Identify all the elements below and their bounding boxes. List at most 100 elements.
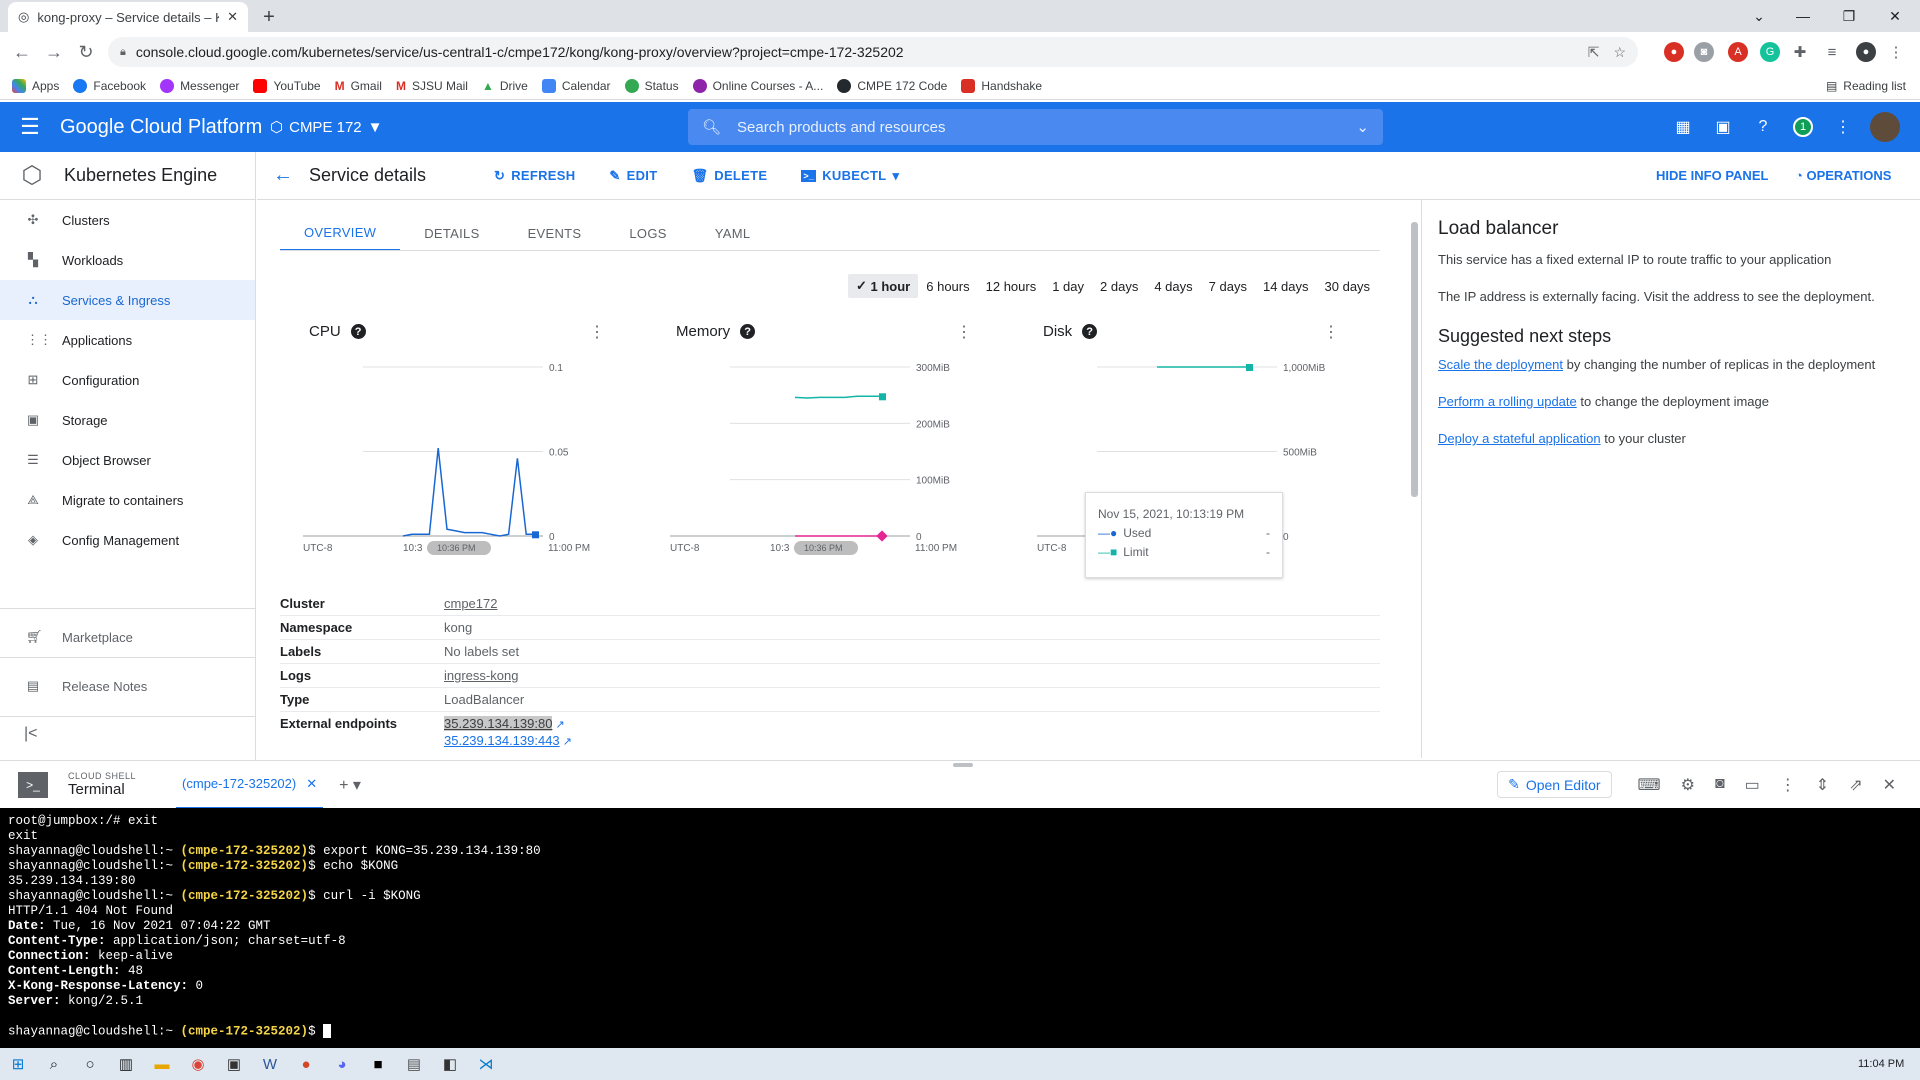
endpoint-link[interactable]: 35.239.134.139:80 xyxy=(444,716,553,731)
terminal-app-icon[interactable]: ■ xyxy=(360,1048,396,1080)
range-1-hour[interactable]: ✓ 1 hour xyxy=(848,274,919,298)
minimize-button[interactable]: — xyxy=(1780,0,1826,32)
project-selector[interactable]: ⬡ CMPE 172 ▼ xyxy=(270,118,390,137)
range-12-hours[interactable]: 12 hours xyxy=(978,274,1045,298)
close-window-button[interactable]: ✕ xyxy=(1872,0,1918,32)
edit-button[interactable]: ✎ EDIT xyxy=(609,168,657,184)
reading-list[interactable]: ▤ Reading list xyxy=(1826,79,1906,93)
range-2-days[interactable]: 2 days xyxy=(1092,274,1146,298)
open-new-window-icon[interactable]: ⇗ xyxy=(1849,775,1862,795)
close-shell-icon[interactable]: ✕ xyxy=(1883,775,1896,795)
bookmark-facebook[interactable]: Facebook xyxy=(73,78,146,93)
share-icon[interactable]: ⇱ xyxy=(1588,44,1600,61)
account-avatar[interactable] xyxy=(1870,112,1900,142)
bookmark-status[interactable]: Status xyxy=(624,78,679,93)
browser-menu-icon[interactable]: ⋮ xyxy=(1886,42,1906,62)
store-icon[interactable]: ▣ xyxy=(216,1048,252,1080)
bookmark-calendar[interactable]: Calendar xyxy=(541,78,611,93)
tab-overview[interactable]: OVERVIEW xyxy=(280,215,401,251)
nav-item-migrate[interactable]: ⟁ Migrate to containers xyxy=(0,480,255,520)
add-session-icon[interactable]: + ▾ xyxy=(339,775,361,795)
task-view-icon[interactable]: ▥ xyxy=(108,1048,144,1080)
browser-tab[interactable]: ◎ kong-proxy – Service details – Ku ✕ xyxy=(8,2,248,32)
bookmark-star-icon[interactable]: ☆ xyxy=(1613,44,1626,61)
bookmark-messenger[interactable]: Messenger xyxy=(160,78,239,93)
nav-item-applications[interactable]: ⋮⋮ Applications xyxy=(0,320,255,360)
scale-deployment-link[interactable]: Scale the deployment xyxy=(1438,357,1563,372)
forward-icon[interactable]: → xyxy=(38,36,70,68)
tab-logs[interactable]: LOGS xyxy=(605,215,690,251)
nav-item-release-notes[interactable]: ▤ Release Notes xyxy=(0,666,255,706)
cluster-link[interactable]: cmpe172 xyxy=(444,596,497,611)
cortana-icon[interactable]: ○ xyxy=(72,1048,108,1080)
nav-item-workloads[interactable]: ▚ Workloads xyxy=(0,240,255,280)
nav-item-object-browser[interactable]: ☰ Object Browser xyxy=(0,440,255,480)
powerpoint-icon[interactable]: ● xyxy=(288,1048,324,1080)
tab-events[interactable]: EVENTS xyxy=(504,215,606,251)
camera-extension-icon[interactable]: ◙ xyxy=(1694,42,1714,62)
close-session-icon[interactable]: ✕ xyxy=(306,776,317,792)
tab-details[interactable]: DETAILS xyxy=(400,215,503,251)
delete-button[interactable]: 🗑︎ DELETE xyxy=(691,168,767,184)
new-tab-button[interactable]: + xyxy=(256,4,282,30)
hide-info-panel-button[interactable]: HIDE INFO PANEL xyxy=(1656,168,1768,183)
grammarly-icon[interactable]: G xyxy=(1760,42,1780,62)
bookmark-apps[interactable]: Apps xyxy=(12,78,59,93)
layout-icon[interactable]: ▭ xyxy=(1745,775,1760,795)
nav-item-services-ingress[interactable]: ⛬ Services & Ingress xyxy=(0,280,255,320)
bookmark-online-courses[interactable]: Online Courses - A... xyxy=(692,78,823,93)
more-vert-icon[interactable]: ⋮ xyxy=(1830,114,1856,140)
gift-icon[interactable]: ▦ xyxy=(1670,114,1696,140)
search-input[interactable]: Search products and resources xyxy=(737,119,1340,136)
playlist-icon[interactable]: ≡ xyxy=(1822,42,1842,62)
more-vert-icon[interactable]: ⋮ xyxy=(1780,775,1796,795)
search-bar[interactable]: 🔍︎ Search products and resources ⌄ xyxy=(688,109,1383,145)
range-14-days[interactable]: 14 days xyxy=(1255,274,1317,298)
main-scrollbar[interactable] xyxy=(1411,222,1418,497)
close-tab-icon[interactable]: ✕ xyxy=(227,9,238,25)
profile-avatar[interactable]: ● xyxy=(1856,42,1876,62)
help-icon[interactable]: ? xyxy=(1750,114,1776,140)
collapse-nav-icon[interactable]: |< xyxy=(24,725,38,743)
calculator-icon[interactable]: ▤ xyxy=(396,1048,432,1080)
range-4-days[interactable]: 4 days xyxy=(1146,274,1200,298)
stateful-app-link[interactable]: Deploy a stateful application xyxy=(1438,431,1601,446)
restore-button[interactable]: ❐ xyxy=(1826,0,1872,32)
back-arrow-icon[interactable]: ← xyxy=(257,164,309,187)
word-icon[interactable]: W xyxy=(252,1048,288,1080)
bookmark-gmail[interactable]: M Gmail xyxy=(335,79,382,93)
discord-icon[interactable]: ◕ xyxy=(324,1048,360,1080)
bookmark-youtube[interactable]: YouTube xyxy=(253,78,321,93)
nav-item-storage[interactable]: ▣ Storage xyxy=(0,400,255,440)
range-6-hours[interactable]: 6 hours xyxy=(918,274,977,298)
extension-icon[interactable]: ● xyxy=(1664,42,1684,62)
bookmark-handshake[interactable]: Handshake xyxy=(961,78,1042,93)
expand-icon[interactable]: ⇕ xyxy=(1816,775,1829,795)
address-bar[interactable]: 🔒︎ console.cloud.google.com/kubernetes/s… xyxy=(108,37,1638,67)
notifications-badge[interactable]: 1 xyxy=(1790,114,1816,140)
nav-item-clusters[interactable]: ✣ Clusters xyxy=(0,200,255,240)
cloud-shell-icon[interactable]: ▣ xyxy=(1710,114,1736,140)
keyboard-icon[interactable]: ⌨ xyxy=(1638,775,1661,795)
bookmark-sjsu-mail[interactable]: M SJSU Mail xyxy=(396,79,468,93)
windows-start-icon[interactable]: ⊞ xyxy=(0,1048,36,1080)
tab-search-icon[interactable]: ⌄ xyxy=(1736,0,1782,32)
settings-gear-icon[interactable]: ⚙ xyxy=(1681,775,1695,795)
operations-button[interactable]: ◔ OPERATIONS xyxy=(1795,168,1891,183)
chevron-down-icon[interactable]: ⌄ xyxy=(1356,118,1369,136)
terminal-output[interactable]: root@jumpbox:/# exit exit shayannag@clou… xyxy=(0,808,1920,1048)
shell-session-tab[interactable]: (cmpe-172-325202) ✕ xyxy=(176,761,324,809)
nav-item-marketplace[interactable]: 🛒︎ Marketplace xyxy=(0,617,255,657)
vscode-icon[interactable]: ⋊ xyxy=(468,1048,504,1080)
nav-item-config-management[interactable]: ◈ Config Management xyxy=(0,520,255,560)
range-7-days[interactable]: 7 days xyxy=(1201,274,1255,298)
reload-icon[interactable]: ↻ xyxy=(70,36,102,68)
search-icon[interactable]: ⌕ xyxy=(36,1048,72,1080)
rolling-update-link[interactable]: Perform a rolling update xyxy=(1438,394,1577,409)
logs-link[interactable]: ingress-kong xyxy=(444,668,518,683)
extensions-puzzle-icon[interactable]: ✚ xyxy=(1790,42,1810,62)
chrome-icon[interactable]: ◉ xyxy=(180,1048,216,1080)
bookmark-drive[interactable]: ▲ Drive xyxy=(482,79,528,93)
hamburger-menu-icon[interactable]: ☰ xyxy=(0,114,60,140)
app-icon[interactable]: ◧ xyxy=(432,1048,468,1080)
